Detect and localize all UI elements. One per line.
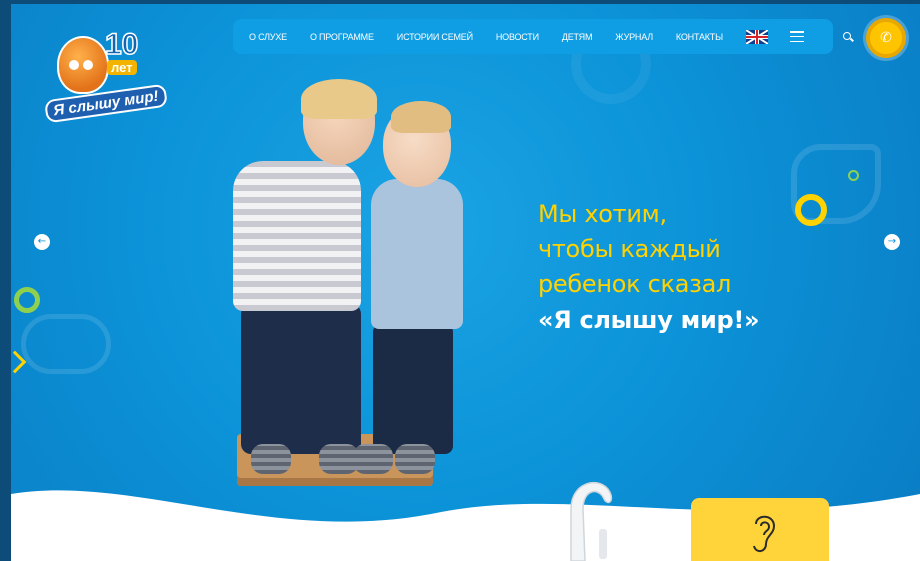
- search-icon[interactable]: [843, 32, 851, 40]
- hero-photo-children: [223, 79, 473, 489]
- decorative-ring-yellow: [795, 194, 827, 226]
- nav-item-news[interactable]: НОВОСТИ: [496, 32, 539, 42]
- phone-button[interactable]: ✆: [866, 18, 906, 58]
- headline-accent: «Я слышу мир!»: [538, 306, 760, 334]
- decorative-ring-green: [14, 287, 40, 313]
- phone-icon: ✆: [880, 30, 892, 46]
- window-frame-left: [0, 0, 11, 561]
- decorative-ring-green-small: [848, 170, 859, 181]
- hero-headline: Мы хотим, чтобы каждый ребенок сказал «Я…: [538, 197, 760, 338]
- nav-item-contacts[interactable]: КОНТАКТЫ: [676, 32, 723, 42]
- logo-slogan: Я слышу мир!: [43, 83, 168, 124]
- uk-flag-icon[interactable]: [745, 29, 768, 44]
- nav-item-about-program[interactable]: О ПРОГРАММЕ: [310, 32, 374, 42]
- site-logo[interactable]: 10 лет Я слышу мир!: [39, 26, 168, 126]
- nav-item-magazine[interactable]: ЖУРНАЛ: [615, 32, 653, 42]
- hero-slider: 10 лет Я слышу мир! О СЛУХЕ О ПРОГРАММЕ …: [11, 4, 920, 561]
- logo-years: лет: [107, 60, 137, 75]
- headline-line-3: ребенок сказал: [538, 270, 732, 298]
- headline-line-2: чтобы каждый: [538, 235, 721, 263]
- arrow-right-icon[interactable]: →: [884, 234, 900, 250]
- arrow-left-icon[interactable]: ←: [34, 234, 50, 250]
- decorative-cloud: [21, 314, 111, 374]
- nav-item-kids[interactable]: ДЕТЯМ: [562, 32, 593, 42]
- logo-number: 10: [104, 27, 139, 62]
- nav-item-about-hearing[interactable]: О СЛУХЕ: [249, 32, 287, 42]
- main-nav: О СЛУХЕ О ПРОГРАММЕ ИСТОРИИ СЕМЕЙ НОВОСТ…: [233, 19, 833, 54]
- hamburger-icon[interactable]: [789, 31, 804, 42]
- hearing-aid-image: [570, 481, 613, 561]
- nav-item-family-stories[interactable]: ИСТОРИИ СЕМЕЙ: [397, 32, 473, 42]
- headline-line-1: Мы хотим,: [538, 200, 667, 228]
- ear-icon: [753, 515, 776, 552]
- logo-mascot: [57, 36, 109, 94]
